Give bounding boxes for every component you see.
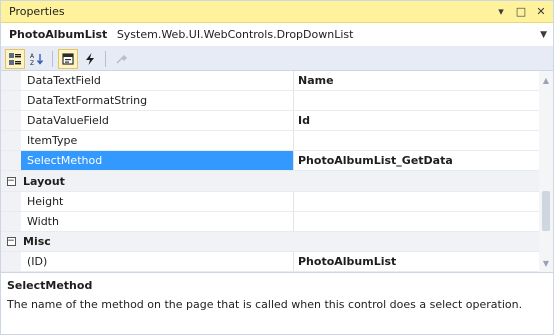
property-name: ItemType	[21, 131, 294, 151]
object-type: System.Web.UI.WebControls.DropDownList	[116, 28, 354, 41]
property-pages-button[interactable]	[111, 49, 131, 69]
property-pages-icon	[116, 54, 128, 64]
property-name: DataTextField	[21, 71, 294, 91]
category-misc[interactable]: − Misc	[1, 231, 553, 252]
category-label: Layout	[23, 174, 65, 188]
property-row[interactable]: ItemType	[1, 131, 553, 152]
property-value[interactable]	[294, 212, 553, 231]
property-row[interactable]: Height	[1, 191, 553, 212]
properties-icon	[62, 52, 74, 65]
property-row[interactable]: DataValueField Id	[1, 111, 553, 132]
collapse-icon[interactable]: −	[6, 236, 16, 246]
properties-button[interactable]	[58, 48, 78, 69]
property-name: Height	[21, 191, 294, 211]
toolbar-separator	[52, 50, 53, 67]
description-title: SelectMethod	[7, 279, 93, 292]
row-margin	[1, 191, 21, 211]
row-margin	[1, 131, 21, 151]
categorized-icon	[9, 52, 21, 65]
property-row[interactable]: (ID) PhotoAlbumList	[1, 251, 553, 272]
category-filler	[294, 231, 553, 251]
row-margin	[1, 71, 21, 91]
property-row[interactable]: Width	[1, 211, 553, 232]
window-title: Properties	[9, 5, 65, 18]
category-label: Misc	[23, 234, 51, 248]
maximize-icon[interactable]: □	[515, 5, 527, 18]
vertical-scrollbar[interactable]: ▲ ▼	[539, 71, 553, 272]
toolbar: A Z	[1, 47, 553, 71]
property-rows: DataTextField Name DataTextFormatString Dat…	[1, 71, 553, 272]
category-filler	[294, 171, 553, 191]
property-value[interactable]: Id	[294, 111, 553, 130]
object-name: PhotoAlbumList	[9, 28, 108, 41]
row-margin	[1, 151, 21, 171]
scroll-down-icon[interactable]: ▼	[539, 256, 553, 270]
toolbar-separator	[105, 50, 106, 67]
row-margin	[1, 91, 21, 111]
property-value[interactable]	[294, 131, 553, 150]
alphabetical-button[interactable]: A Z	[27, 49, 47, 69]
svg-text:Z: Z	[30, 60, 34, 66]
property-row[interactable]: DataTextFormatString	[1, 91, 553, 112]
alphabetical-icon: A Z	[30, 53, 44, 66]
row-margin	[1, 251, 21, 271]
property-row[interactable]: SelectMethod PhotoAlbumList_GetData	[1, 151, 553, 172]
scrollbar-thumb[interactable]	[542, 191, 550, 231]
row-margin	[1, 111, 21, 131]
description-panel: SelectMethod The name of the method on t…	[1, 272, 553, 333]
property-name: Width	[21, 211, 294, 231]
property-value[interactable]: PhotoAlbumList_GetData	[294, 151, 553, 170]
window-controls: ▾ □ ✕	[495, 5, 547, 18]
property-grid: DataTextField Name DataTextFormatString Dat…	[1, 71, 553, 272]
description-text: The name of the method on the page that …	[7, 298, 523, 311]
dropdown-menu-icon[interactable]: ▾	[495, 5, 507, 18]
title-bar: Properties ▾ □ ✕	[1, 1, 553, 23]
object-selector-text: PhotoAlbumList System.Web.UI.WebControls…	[9, 28, 353, 41]
property-name: DataValueField	[21, 111, 294, 131]
categorized-button[interactable]	[5, 48, 25, 69]
chevron-down-icon[interactable]: ▼	[540, 30, 547, 40]
collapse-toggle[interactable]: −	[1, 231, 21, 251]
scroll-up-icon[interactable]: ▲	[539, 73, 553, 87]
row-margin	[1, 211, 21, 231]
property-name: SelectMethod	[21, 151, 294, 171]
property-row[interactable]: DataTextField Name	[1, 71, 553, 92]
svg-text:A: A	[30, 53, 35, 60]
object-selector[interactable]: PhotoAlbumList System.Web.UI.WebControls…	[1, 23, 553, 47]
close-icon[interactable]: ✕	[535, 5, 547, 18]
category-layout[interactable]: − Layout	[1, 171, 553, 192]
property-name: DataTextFormatString	[21, 91, 294, 111]
property-value[interactable]	[294, 192, 553, 211]
collapse-toggle[interactable]: −	[1, 171, 21, 191]
property-name: (ID)	[21, 251, 294, 271]
events-icon	[86, 52, 94, 65]
events-button[interactable]	[80, 49, 100, 69]
collapse-icon[interactable]: −	[6, 176, 16, 186]
property-value[interactable]: Name	[294, 71, 553, 90]
property-value[interactable]	[294, 91, 553, 110]
property-value[interactable]: PhotoAlbumList	[294, 252, 553, 271]
properties-window: Properties ▾ □ ✕ PhotoAlbumList System.W…	[0, 0, 554, 335]
